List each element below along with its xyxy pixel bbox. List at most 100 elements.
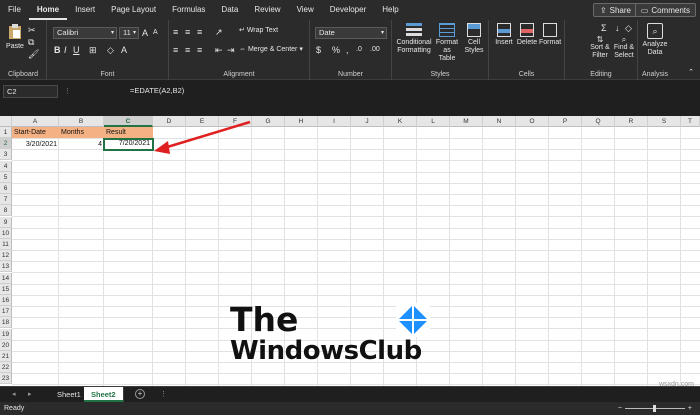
column-header-b[interactable]: B — [59, 116, 104, 127]
merge-center-button[interactable]: ⇔ Merge & Center ▾ — [239, 46, 303, 54]
row-header-17[interactable]: 17 — [0, 306, 12, 318]
tab-home[interactable]: Home — [28, 0, 68, 20]
format-painter-icon[interactable]: 🖌 — [28, 49, 39, 59]
row-header-6[interactable]: 6 — [0, 183, 12, 194]
paste-button[interactable]: Paste — [6, 24, 24, 51]
borders-icon[interactable]: ⊞ — [89, 45, 97, 55]
increase-decimal-icon[interactable]: .0 — [356, 45, 362, 55]
currency-icon[interactable]: $ — [316, 45, 321, 55]
row-header-19[interactable]: 19 — [0, 328, 12, 340]
row-header-3[interactable]: 3 — [0, 149, 12, 161]
tab-formulas[interactable]: Formulas — [164, 0, 213, 20]
decrease-indent-icon[interactable]: ⇤ — [215, 45, 223, 55]
analyze-data-button[interactable]: ⌕ Analyze Data — [640, 23, 670, 57]
column-header-l[interactable]: L — [417, 116, 450, 127]
fill-color-icon[interactable]: ◇ — [107, 45, 114, 55]
autosum-icon[interactable]: Σ — [601, 23, 607, 33]
row-header-7[interactable]: 7 — [0, 194, 12, 206]
row-header-13[interactable]: 13 — [0, 261, 12, 273]
row-header-16[interactable]: 16 — [0, 295, 12, 306]
align-center-icon[interactable]: ≡ — [185, 45, 190, 55]
column-header-a[interactable]: A — [12, 116, 59, 127]
number-format-dropdown[interactable]: Date ▾ — [315, 27, 387, 39]
row-header-4[interactable]: 4 — [0, 160, 12, 172]
font-name-dropdown[interactable]: Calibri ▾ — [53, 27, 117, 39]
cell-a2[interactable]: 3/20/2021 — [12, 139, 59, 150]
row-header-18[interactable]: 18 — [0, 317, 12, 329]
column-header-c[interactable]: C — [104, 116, 153, 127]
row-header-14[interactable]: 14 — [0, 272, 12, 284]
select-all-corner[interactable] — [0, 116, 12, 127]
cell-c2-active[interactable]: 7/20/2021 — [103, 138, 154, 151]
row-header-12[interactable]: 12 — [0, 250, 12, 262]
tab-page-layout[interactable]: Page Layout — [103, 0, 164, 20]
column-header-o[interactable]: O — [516, 116, 549, 127]
row-header-21[interactable]: 21 — [0, 351, 12, 362]
row-header-20[interactable]: 20 — [0, 339, 12, 351]
tab-help[interactable]: Help — [374, 0, 406, 20]
cell-c1[interactable]: Result — [104, 127, 153, 138]
font-color-icon[interactable]: A — [121, 45, 127, 55]
row-header-23[interactable]: 23 — [0, 373, 12, 385]
wrap-text-button[interactable]: ↵ Wrap Text — [239, 27, 278, 35]
cell-b1[interactable]: Months — [59, 127, 104, 138]
column-header-k[interactable]: K — [384, 116, 417, 127]
column-header-h[interactable]: H — [285, 116, 318, 127]
share-button[interactable]: ⇪ Share — [592, 3, 638, 17]
column-header-j[interactable]: J — [351, 116, 384, 127]
fill-icon[interactable]: ↓ — [615, 23, 620, 33]
row-header-10[interactable]: 10 — [0, 227, 12, 239]
cut-icon[interactable]: ✂ — [28, 25, 36, 35]
cell-styles-button[interactable]: Cell Styles — [462, 23, 486, 55]
next-sheet-icon[interactable]: ▸ — [28, 390, 32, 398]
row-header-5[interactable]: 5 — [0, 171, 12, 183]
tab-file[interactable]: File — [0, 0, 29, 20]
increase-indent-icon[interactable]: ⇥ — [227, 45, 235, 55]
insert-cells-button[interactable]: Insert — [493, 23, 515, 47]
cell-b2[interactable]: 4 — [59, 139, 104, 150]
row-header-9[interactable]: 9 — [0, 216, 12, 228]
copy-icon[interactable]: ⧉ — [28, 37, 34, 47]
row-header-1[interactable]: 1 — [0, 127, 12, 138]
column-header-i[interactable]: I — [318, 116, 351, 127]
cell-a1[interactable]: Start-Date — [12, 127, 59, 138]
increase-font-icon[interactable]: A — [142, 28, 148, 38]
row-header-15[interactable]: 15 — [0, 283, 12, 295]
name-box[interactable]: C2 — [3, 85, 58, 98]
collapse-ribbon-icon[interactable]: ⌃ — [688, 68, 694, 78]
underline-icon[interactable]: U — [73, 45, 80, 55]
add-sheet-icon[interactable]: + — [135, 389, 145, 399]
tab-insert[interactable]: Insert — [67, 0, 103, 20]
sheet-tab-sheet1[interactable]: Sheet1 — [50, 387, 89, 402]
column-header-q[interactable]: Q — [582, 116, 615, 127]
align-right-icon[interactable]: ≡ — [197, 45, 202, 55]
prev-sheet-icon[interactable]: ◂ — [12, 390, 16, 398]
align-top-icon[interactable]: ≡ — [173, 27, 178, 37]
zoom-slider[interactable] — [624, 405, 685, 412]
column-header-s[interactable]: S — [648, 116, 681, 127]
sheet-tab-sheet2[interactable]: Sheet2 — [84, 387, 124, 402]
column-header-t[interactable]: T — [681, 116, 700, 127]
sheet-options-icon[interactable]: ⋮ — [160, 390, 167, 398]
row-header-2[interactable]: 2 — [0, 138, 12, 150]
column-header-g[interactable]: G — [252, 116, 285, 127]
comments-button[interactable]: ▭ Comments — [634, 3, 696, 17]
row-header-22[interactable]: 22 — [0, 362, 12, 374]
zoom-in-icon[interactable]: + — [688, 402, 692, 415]
column-header-p[interactable]: P — [549, 116, 582, 127]
font-size-dropdown[interactable]: 11 ▾ — [119, 27, 139, 39]
delete-cells-button[interactable]: Delete — [516, 23, 538, 47]
conditional-formatting-button[interactable]: Conditional Formatting — [396, 23, 432, 55]
format-cells-button[interactable]: Format — [539, 23, 561, 47]
sort-filter-button[interactable]: ⇅ Sort & Filter — [587, 36, 613, 60]
bold-icon[interactable]: B — [54, 45, 61, 55]
decrease-font-icon[interactable]: A — [153, 28, 158, 38]
italic-icon[interactable]: I — [64, 45, 67, 55]
align-middle-icon[interactable]: ≡ — [185, 27, 190, 37]
tab-data[interactable]: Data — [213, 0, 246, 20]
percent-icon[interactable]: % — [332, 45, 340, 55]
decrease-decimal-icon[interactable]: .00 — [370, 45, 380, 55]
row-header-8[interactable]: 8 — [0, 205, 12, 217]
row-header-11[interactable]: 11 — [0, 239, 12, 250]
orientation-icon[interactable]: ↗ — [215, 27, 223, 37]
